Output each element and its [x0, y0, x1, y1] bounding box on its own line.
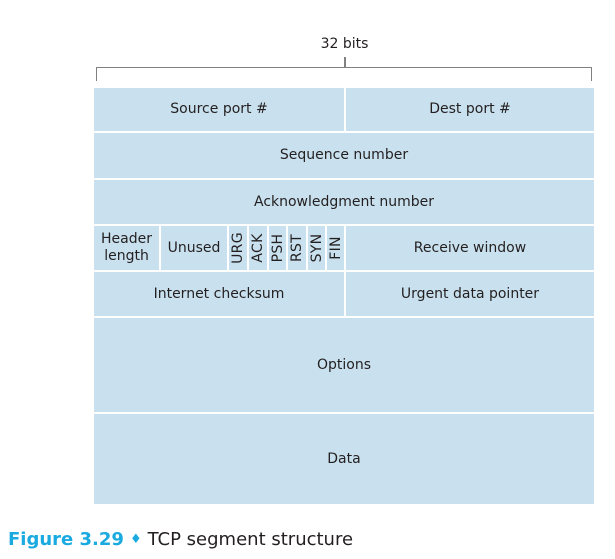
field-receive-window: Receive window	[346, 226, 594, 270]
flag-rst: RST	[288, 226, 306, 270]
field-options: Options	[94, 318, 594, 412]
field-data: Data	[94, 414, 594, 504]
flag-rst-label: RST	[289, 233, 305, 263]
figure-caption: Figure 3.29 ♦ TCP segment structure	[8, 529, 353, 550]
figure-number: Figure 3.29	[8, 529, 124, 550]
field-unused: Unused	[161, 226, 227, 270]
field-dest-port: Dest port #	[346, 88, 594, 131]
flag-ack: ACK	[249, 226, 267, 270]
field-header-length: Header length	[94, 226, 159, 270]
flag-fin: FIN	[327, 226, 344, 270]
field-urgent-data-pointer: Urgent data pointer	[346, 272, 594, 316]
field-acknowledgment-number: Acknowledgment number	[94, 180, 594, 224]
flag-psh-label: PSH	[269, 233, 286, 263]
width-label: 32 bits	[320, 36, 369, 52]
flag-urg-label: URG	[230, 232, 246, 264]
flag-syn: SYN	[308, 226, 325, 270]
flag-ack-label: ACK	[250, 233, 266, 263]
field-sequence-number: Sequence number	[94, 133, 594, 178]
flag-urg: URG	[229, 226, 247, 270]
flag-syn-label: SYN	[308, 233, 325, 263]
caption-text: TCP segment structure	[147, 529, 354, 550]
width-bracket-tick	[344, 57, 346, 67]
width-bracket	[96, 67, 592, 81]
field-source-port: Source port #	[94, 88, 344, 131]
field-internet-checksum: Internet checksum	[94, 272, 344, 316]
flag-fin-label: FIN	[327, 236, 344, 260]
flag-psh: PSH	[269, 226, 286, 270]
diamond-icon: ♦	[129, 532, 142, 547]
